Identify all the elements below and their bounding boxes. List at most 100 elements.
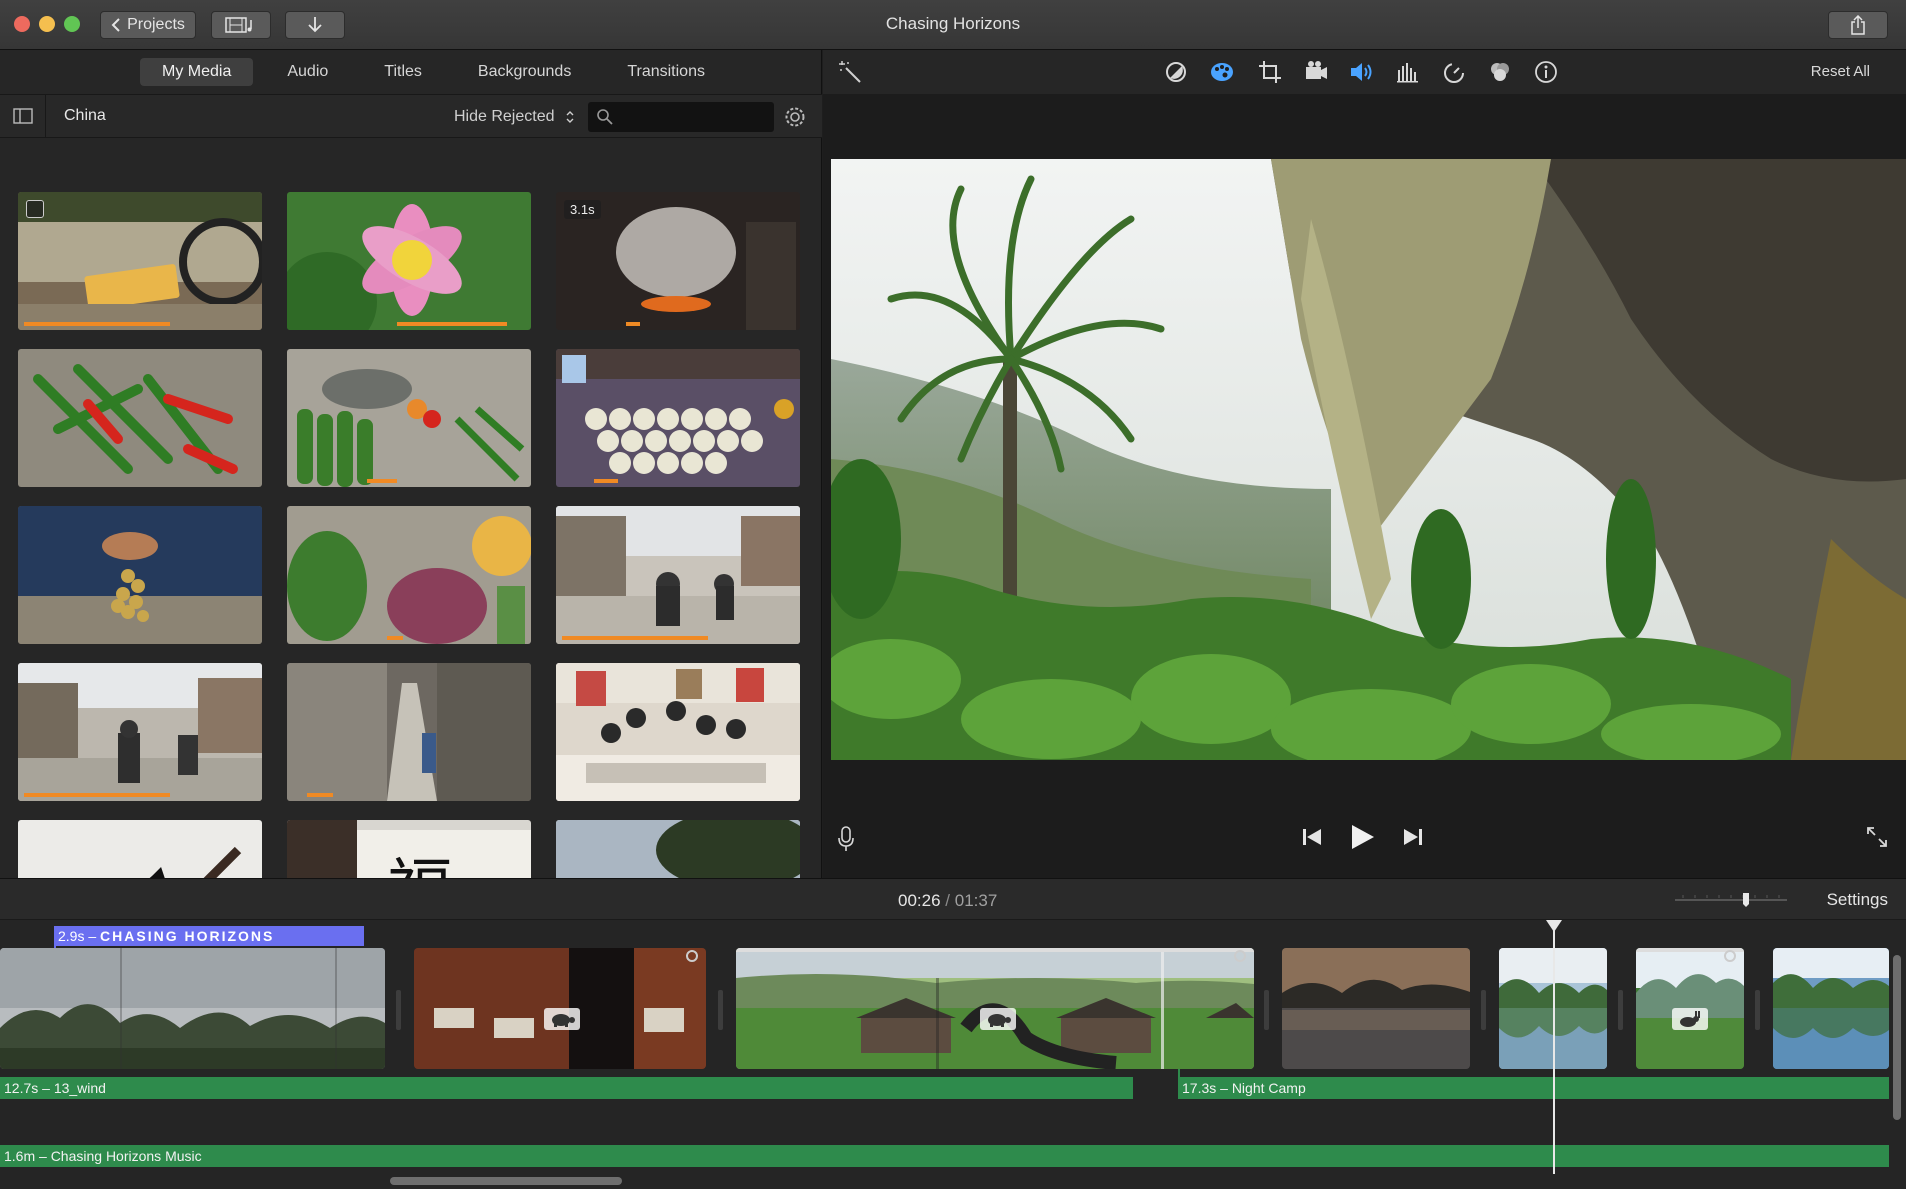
zoom-window-button[interactable] [64, 16, 80, 32]
zoom-slider-knob[interactable] [1743, 893, 1749, 907]
magic-wand-icon [839, 61, 861, 83]
clip-filter-button[interactable] [1487, 60, 1513, 84]
timeline-header: 00:26 / 01:37 Settings [0, 878, 1906, 920]
clip-handle[interactable] [686, 950, 698, 962]
preview-frame [831, 159, 1906, 760]
video-clip[interactable] [736, 948, 1254, 1069]
search-input[interactable] [588, 102, 774, 132]
title-clip-name: CHASING HORIZONS [100, 928, 275, 944]
media-thumbnail[interactable]: 3.1s [556, 192, 800, 330]
skip-forward-button[interactable] [1402, 827, 1424, 852]
music-clip[interactable]: 1.6m – Chasing Horizons Music [0, 1145, 1889, 1167]
play-icon [1352, 825, 1374, 849]
updown-chevron-icon [566, 110, 574, 123]
clip-gear-badge [26, 200, 44, 218]
tab-my-media[interactable]: My Media [140, 58, 254, 86]
sidebar-icon [12, 108, 33, 124]
microphone-icon [838, 826, 854, 851]
total-time: 01:37 [954, 891, 998, 910]
fast-forward-badge [1672, 1008, 1708, 1030]
video-clip[interactable] [414, 948, 706, 1069]
close-window-button[interactable] [14, 16, 30, 32]
vertical-scrollbar[interactable] [1893, 955, 1901, 1120]
skip-back-icon [1303, 829, 1321, 845]
play-button[interactable] [1350, 823, 1376, 856]
clip-divider [718, 990, 723, 1030]
clip-divider [1755, 990, 1760, 1030]
stabilization-button[interactable] [1303, 60, 1329, 84]
video-clip[interactable] [1773, 948, 1889, 1069]
share-button[interactable] [1828, 11, 1888, 39]
volume-button[interactable] [1349, 60, 1375, 84]
fullscreen-button[interactable] [1865, 825, 1889, 854]
media-library-toggle[interactable] [211, 11, 271, 39]
media-thumbnail[interactable] [556, 820, 800, 878]
crop-icon [1259, 61, 1281, 83]
filter-dropdown[interactable]: Hide Rejected [454, 108, 575, 126]
reset-all-button[interactable]: Reset All [1811, 63, 1870, 80]
media-thumbnail[interactable] [287, 192, 531, 330]
title-clip[interactable]: 2.9s – CHASING HORIZONS [54, 926, 364, 946]
used-range-bar [626, 322, 640, 326]
minimize-window-button[interactable] [39, 16, 55, 32]
used-range-bar [24, 322, 170, 326]
video-clip[interactable] [0, 948, 385, 1069]
media-thumbnail[interactable] [556, 506, 800, 644]
audio-clip[interactable]: 17.3s – Night Camp [1178, 1077, 1889, 1099]
info-icon [1535, 61, 1557, 83]
playhead[interactable] [1553, 922, 1555, 1174]
tab-titles[interactable]: Titles [362, 58, 444, 86]
media-thumbnail[interactable] [556, 663, 800, 801]
used-range-bar [387, 636, 403, 640]
audio-clip[interactable]: 12.7s – 13_wind [0, 1077, 1133, 1099]
media-thumbnail[interactable] [287, 506, 531, 644]
media-thumbnail[interactable] [18, 663, 262, 801]
speed-button[interactable] [1441, 60, 1467, 84]
media-thumbnail[interactable]: 福 [287, 820, 531, 878]
libraries-sidebar-toggle[interactable] [0, 94, 46, 138]
enhance-button[interactable] [837, 60, 863, 84]
voiceover-button[interactable] [837, 825, 855, 858]
skip-back-button[interactable] [1301, 827, 1323, 852]
media-thumbnail[interactable] [18, 820, 262, 878]
media-thumbnail[interactable] [556, 349, 800, 487]
equalizer-button[interactable] [1395, 60, 1421, 84]
chevron-left-icon [111, 18, 120, 32]
timeline-settings-button[interactable]: Settings [1827, 890, 1888, 910]
clip-handle[interactable] [1234, 950, 1246, 962]
equalizer-icon [1397, 63, 1418, 83]
color-balance-button[interactable] [1163, 60, 1189, 84]
projects-label: Projects [127, 16, 185, 33]
clip-handle[interactable] [1724, 950, 1736, 962]
timeline-zoom-slider[interactable] [1673, 893, 1789, 907]
media-thumbnail[interactable] [18, 349, 262, 487]
expand-icon [1867, 827, 1887, 847]
color-correction-button[interactable] [1209, 60, 1235, 84]
timeline: 2.9s – CHASING HORIZONS 12.7s – 13_wind … [0, 920, 1906, 1189]
tab-transitions[interactable]: Transitions [605, 58, 727, 86]
turtle-icon [552, 1014, 575, 1027]
browser-settings-button[interactable] [783, 105, 807, 134]
horizontal-scrollbar[interactable] [390, 1177, 622, 1185]
skip-forward-icon [1404, 829, 1422, 845]
duration-badge: 3.1s [564, 200, 601, 219]
video-clip[interactable] [1636, 948, 1744, 1069]
media-grid: 3.1s [0, 142, 822, 878]
filter-circles-icon [1491, 63, 1509, 81]
import-button[interactable] [285, 11, 345, 39]
browser-header: China Hide Rejected [0, 94, 822, 138]
clip-info-button[interactable] [1533, 60, 1559, 84]
media-thumbnail[interactable] [18, 192, 262, 330]
tab-backgrounds[interactable]: Backgrounds [456, 58, 593, 86]
video-clip[interactable] [1282, 948, 1470, 1069]
media-thumbnail[interactable] [287, 349, 531, 487]
projects-button[interactable]: Projects [100, 11, 196, 39]
crop-button[interactable] [1257, 60, 1283, 84]
media-thumbnail[interactable] [287, 663, 531, 801]
media-thumbnail[interactable] [18, 506, 262, 644]
film-music-icon [225, 17, 252, 33]
tab-audio[interactable]: Audio [265, 58, 350, 86]
slow-motion-badge [980, 1008, 1016, 1030]
viewer [823, 94, 1906, 878]
title-clip-duration: 2.9s [58, 928, 85, 944]
